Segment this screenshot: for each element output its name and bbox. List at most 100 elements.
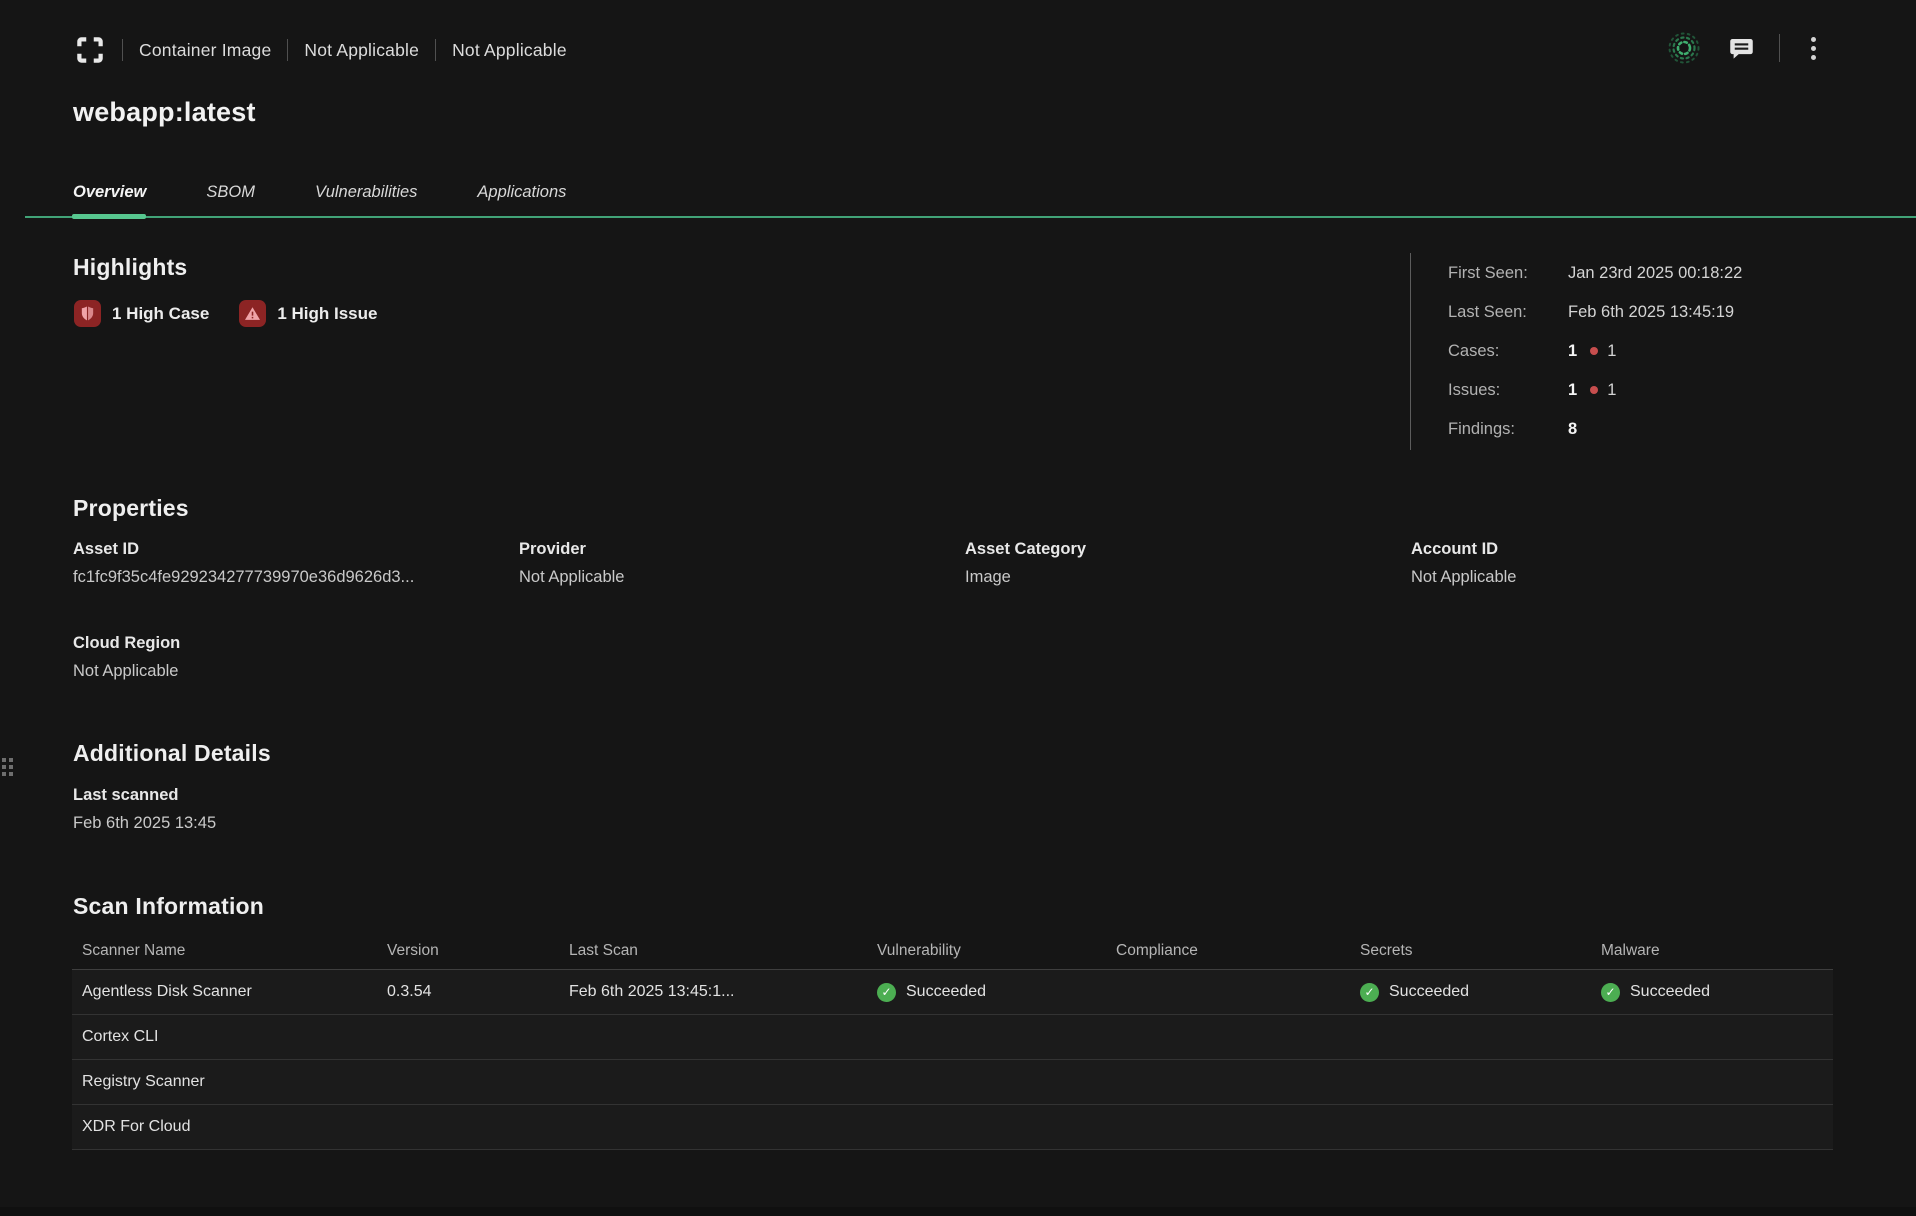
success-check-icon <box>1601 983 1620 1002</box>
breadcrumb-asset-type: Container Image <box>139 40 271 61</box>
active-tab-indicator <box>72 214 146 219</box>
container-image-corners-icon <box>74 34 106 66</box>
chat-icon[interactable] <box>1727 34 1755 62</box>
highlight-badge-1[interactable]: 1 High Case <box>74 300 209 327</box>
tab-applications[interactable]: Applications <box>477 183 566 216</box>
additional-details-field: Last scanned Feb 6th 2025 13:45 <box>73 786 216 833</box>
breadcrumb-separator <box>435 39 436 61</box>
page-title: webapp:latest <box>73 97 256 128</box>
field-label: Cloud Region <box>73 634 519 653</box>
tabs-underline <box>25 216 1916 218</box>
summary-row: Last Seen:Feb 6th 2025 13:45:19 <box>1448 301 1880 323</box>
table-cell: XDR For Cloud <box>72 1118 377 1136</box>
summary-value-secondary: 1 <box>1607 342 1616 361</box>
breadcrumb-item-3: Not Applicable <box>452 40 567 61</box>
field-label: Asset Category <box>965 540 1411 559</box>
table-cell: Cortex CLI <box>72 1028 377 1046</box>
status-text: Succeeded <box>1389 983 1469 1001</box>
column-header-version: Version <box>377 942 559 960</box>
summary-value: Jan 23rd 2025 00:18:22 <box>1568 264 1742 283</box>
breadcrumb-separator <box>122 39 123 61</box>
column-header-compliance: Compliance <box>1106 942 1350 960</box>
field-label: Last scanned <box>73 786 216 805</box>
table-row: Agentless Disk Scanner0.3.54Feb 6th 2025… <box>72 970 1833 1015</box>
property-field: Cloud Region Not Applicable <box>73 634 519 681</box>
tab-sbom[interactable]: SBOM <box>206 183 255 216</box>
field-label: Account ID <box>1411 540 1857 559</box>
status-text: Succeeded <box>906 983 986 1001</box>
field-value: fc1fc9f35c4fe929234277739970e36d9626d3..… <box>73 568 519 587</box>
summary-row: Issues:11 <box>1448 379 1880 401</box>
field-value: Not Applicable <box>1411 568 1857 587</box>
case-shield-icon <box>74 300 101 327</box>
header-separator <box>1779 34 1780 62</box>
additional-details-heading: Additional Details <box>73 740 271 767</box>
issue-warning-icon <box>239 300 266 327</box>
property-field: Asset Category Image <box>965 540 1411 587</box>
summary-label: First Seen: <box>1448 264 1568 283</box>
summary-label: Cases: <box>1448 342 1568 361</box>
header-actions <box>1665 26 1822 70</box>
table-cell: Succeeded <box>867 983 1106 1002</box>
highlight-badges: 1 High Case 1 High Issue <box>74 300 377 327</box>
field-value: Not Applicable <box>73 662 519 681</box>
field-value: Image <box>965 568 1411 587</box>
status-text: Succeeded <box>1630 983 1710 1001</box>
summary-panel: First Seen:Jan 23rd 2025 00:18:22 Last Se… <box>1410 253 1880 450</box>
property-field: Asset ID fc1fc9f35c4fe929234277739970e36d… <box>73 540 519 587</box>
property-field: Provider Not Applicable <box>519 540 965 587</box>
ai-copilot-icon[interactable] <box>1665 29 1703 67</box>
column-header-secrets: Secrets <box>1350 942 1591 960</box>
field-label: Asset ID <box>73 540 519 559</box>
summary-label: Issues: <box>1448 381 1568 400</box>
table-cell: Agentless Disk Scanner <box>72 983 377 1001</box>
bottom-scrollbar-track[interactable] <box>0 1207 1916 1216</box>
table-row: Registry Scanner <box>72 1060 1833 1105</box>
breadcrumb: Container Image Not Applicable Not Appli… <box>74 30 567 70</box>
summary-value-secondary: 1 <box>1607 381 1616 400</box>
kebab-menu-icon[interactable] <box>1804 33 1822 63</box>
summary-label: Last Seen: <box>1448 303 1568 322</box>
success-check-icon <box>877 983 896 1002</box>
breadcrumb-separator <box>287 39 288 61</box>
scan-information-table: Scanner NameVersionLast ScanVulnerabilit… <box>72 933 1833 1150</box>
summary-row: Findings:8 <box>1448 418 1880 440</box>
column-header-malware: Malware <box>1591 942 1833 960</box>
summary-value: 1 <box>1568 342 1577 361</box>
badge-label: 1 High Issue <box>277 304 377 324</box>
field-value: Feb 6th 2025 13:45 <box>73 814 216 833</box>
badge-label: 1 High Case <box>112 304 209 324</box>
success-check-icon <box>1360 983 1379 1002</box>
column-header-vulnerability: Vulnerability <box>867 942 1106 960</box>
asset-overview-page: Container Image Not Applicable Not Appli… <box>0 0 1916 1216</box>
panel-drag-handle[interactable] <box>2 758 13 776</box>
summary-value: 8 <box>1568 420 1577 439</box>
tab-overview[interactable]: Overview <box>73 183 146 216</box>
field-label: Provider <box>519 540 965 559</box>
table-cell: Succeeded <box>1350 983 1591 1002</box>
column-header-last-scan: Last Scan <box>559 942 867 960</box>
property-field: Account ID Not Applicable <box>1411 540 1857 587</box>
table-row: Cortex CLI <box>72 1015 1833 1060</box>
tab-vulnerabilities[interactable]: Vulnerabilities <box>315 183 417 216</box>
highlight-badge-2[interactable]: 1 High Issue <box>239 300 377 327</box>
field-value: Not Applicable <box>519 568 965 587</box>
red-dot-icon <box>1590 386 1598 394</box>
summary-label: Findings: <box>1448 420 1568 439</box>
table-row: XDR For Cloud <box>72 1105 1833 1150</box>
column-header-scanner-name: Scanner Name <box>72 942 377 960</box>
breadcrumb-item-2: Not Applicable <box>304 40 419 61</box>
table-cell: Registry Scanner <box>72 1073 377 1091</box>
summary-value: Feb 6th 2025 13:45:19 <box>1568 303 1734 322</box>
summary-row: First Seen:Jan 23rd 2025 00:18:22 <box>1448 262 1880 284</box>
summary-row: Cases:11 <box>1448 340 1880 362</box>
table-cell: Succeeded <box>1591 983 1833 1002</box>
table-cell: 0.3.54 <box>377 983 559 1001</box>
tabs: Overview SBOM Vulnerabilities Applications <box>73 183 626 216</box>
properties-heading: Properties <box>73 495 189 522</box>
properties-grid: Asset ID fc1fc9f35c4fe929234277739970e36d… <box>73 540 1857 681</box>
summary-value: 1 <box>1568 381 1577 400</box>
red-dot-icon <box>1590 347 1598 355</box>
scan-information-heading: Scan Information <box>73 893 264 920</box>
table-header-row: Scanner NameVersionLast ScanVulnerabilit… <box>72 933 1833 970</box>
